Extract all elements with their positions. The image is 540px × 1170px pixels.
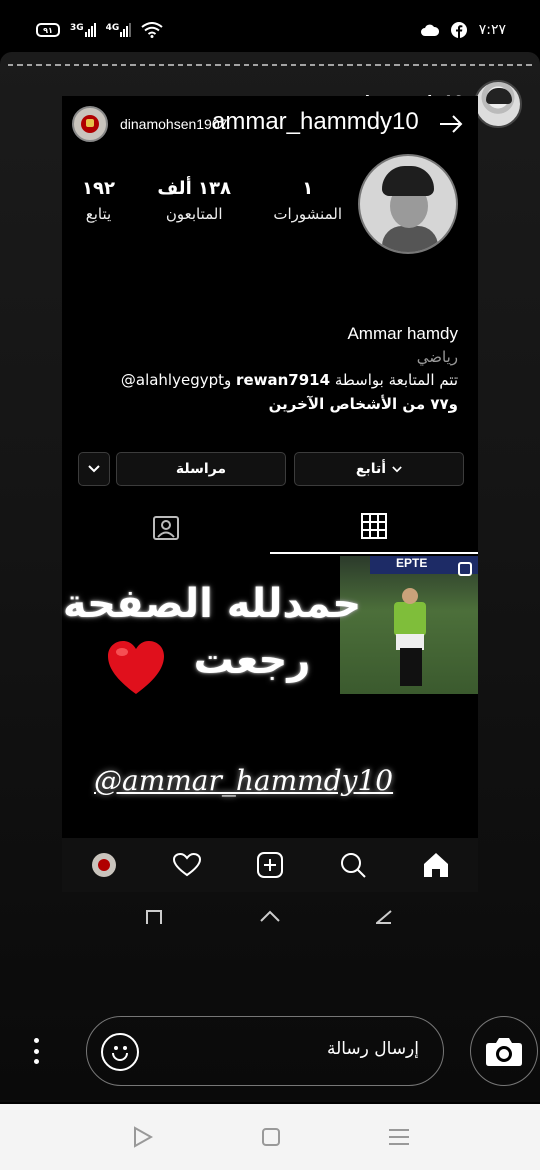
stat-posts-value: ١: [302, 178, 314, 199]
profile-avatar-icon: [91, 853, 116, 877]
multi-photo-icon: [458, 562, 472, 576]
heart-icon: [108, 641, 164, 694]
status-bar: ٩١ 3G 4G ٧:٢٧: [0, 0, 540, 60]
chevron-down-icon: [392, 465, 402, 472]
profile-handle: ammar_hammdy10: [212, 108, 419, 135]
battery-icon: ٩١: [36, 23, 60, 37]
network-type-1: 3G: [70, 23, 84, 33]
player-image: [392, 588, 428, 688]
signal-4g-icon: 4G: [106, 23, 132, 37]
wifi-icon: [141, 22, 163, 38]
home-button[interactable]: [258, 1124, 284, 1150]
battery-level: ٩١: [43, 25, 53, 35]
profile-picture: [358, 154, 458, 254]
stat-followers-label: المتابعون: [165, 205, 223, 223]
home-square-icon: [262, 1128, 280, 1146]
story-viewer[interactable]: ٢ س ammar_hammdy10 dinamohsen1907 ammar_…: [0, 52, 540, 1102]
story-progress-bar: [8, 64, 532, 66]
stat-following: ١٩٢ يتابع: [82, 178, 115, 223]
heart-outline-icon: [172, 853, 201, 877]
menu-lines-icon: [389, 1129, 409, 1145]
nav-home: [416, 845, 456, 885]
nav-create: [250, 845, 290, 885]
back-button[interactable]: [130, 1124, 156, 1150]
following-button-label: أتابع: [355, 461, 387, 477]
profile-name: Ammar hamdy: [347, 324, 458, 343]
camera-button[interactable]: [470, 1016, 538, 1086]
cloud-icon: [420, 24, 439, 36]
recent-apps-icon: [146, 910, 162, 924]
home-icon: [424, 853, 449, 877]
reply-bar[interactable]: إرسال رسالة: [86, 1016, 444, 1086]
profile-tabs: [62, 500, 478, 554]
profile-top-bar: dinamohsen1907 ammar_hammdy10: [72, 104, 468, 144]
signal-3g-icon: 3G: [70, 23, 96, 37]
tagged-person-icon: [153, 516, 179, 540]
chevron-down-icon: [88, 465, 100, 473]
stat-following-value: ١٩٢: [82, 178, 115, 199]
followed-by-user2: alahlyegypt@: [120, 371, 225, 389]
following-button: أتابع: [294, 452, 464, 486]
reply-input[interactable]: إرسال رسالة: [327, 1039, 419, 1059]
tab-tagged: [62, 500, 270, 554]
status-right: ٧:٢٧: [420, 22, 506, 38]
profile-bio: Ammar hamdy رياضي تتم المتابعة بواسطة re…: [78, 324, 458, 416]
network-type-2: 4G: [105, 23, 120, 33]
search-icon: [341, 853, 366, 878]
status-left: ٩١ 3G 4G: [36, 22, 163, 38]
stat-posts-label: المنشورات: [273, 205, 342, 223]
club-logo-avatar: [72, 106, 108, 142]
recents-button[interactable]: [386, 1124, 412, 1150]
nav-search: [333, 845, 373, 885]
more-options-icon[interactable]: [32, 1038, 40, 1064]
stat-followers: ١٣٨ ألف المتابعون: [157, 178, 231, 223]
stat-following-label: يتابع: [85, 205, 112, 223]
followed-by-line: تتم المتابعة بواسطة rewan7914 وalahlyegy…: [78, 368, 458, 392]
home-chevron-icon: [260, 910, 280, 922]
stat-posts: ١ المنشورات: [273, 178, 342, 223]
followed-by-connector: و: [224, 371, 232, 389]
back-icon: [376, 910, 392, 924]
emoji-icon[interactable]: [101, 1033, 139, 1071]
back-triangle-icon: [134, 1126, 153, 1148]
shared-profile-screenshot: dinamohsen1907 ammar_hammdy10 ١ المنشورا…: [62, 96, 478, 892]
camera-icon: [486, 1038, 522, 1066]
profile-bottom-nav: [62, 838, 478, 892]
screenshot-android-nav: [62, 902, 478, 932]
grid-icon: [361, 513, 387, 539]
followed-by-user1: rewan7914: [236, 371, 331, 389]
profile-category: رياضي: [416, 348, 458, 366]
tab-posts-grid: [270, 500, 478, 554]
arrow-right-icon: [440, 115, 463, 133]
profile-action-buttons: مراسلة أتابع: [78, 452, 464, 486]
story-caption-line1: حمدلله الصفحة: [62, 581, 362, 627]
followed-by-suffix: و٧٧ من الأشخاص الآخرين: [268, 395, 458, 413]
stat-followers-value: ١٣٨ ألف: [157, 178, 231, 199]
story-avatar[interactable]: [474, 80, 522, 128]
followed-by-prefix: تتم المتابعة بواسطة: [334, 371, 458, 389]
add-post-icon: [256, 852, 283, 878]
nav-activity: [167, 845, 207, 885]
nav-profile: [84, 845, 124, 885]
story-mention[interactable]: @ammar_hammdy10: [94, 764, 393, 797]
profile-stats: ١ المنشورات ١٣٨ ألف المتابعون ١٩٢ يتابع: [82, 178, 342, 223]
suggest-more-button: [78, 452, 110, 486]
message-button: مراسلة: [116, 452, 286, 486]
clock: ٧:٢٧: [478, 22, 506, 38]
system-nav-bar: [0, 1104, 540, 1170]
facebook-icon: [450, 22, 467, 38]
